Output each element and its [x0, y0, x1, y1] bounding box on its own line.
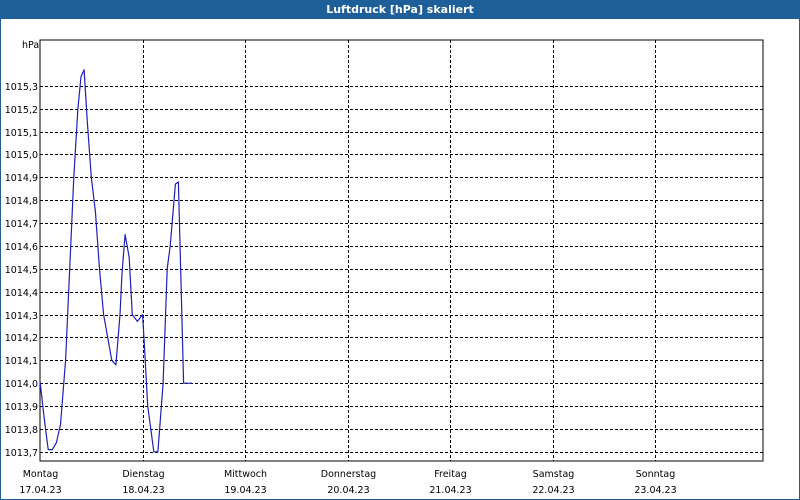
- y-tick-label: 1014,3: [5, 311, 38, 322]
- y-tick-label: 1014,5: [5, 265, 38, 276]
- y-tick-label: 1015,1: [5, 128, 38, 139]
- y-tick-label: 1015,3: [5, 82, 38, 93]
- chart-plot: 1013,7 1013,8 1013,9 1014,0 1014,1 1014,2 1014…: [5, 39, 764, 496]
- y-tick-label: 1014,6: [5, 242, 38, 253]
- x-tick-day-label: Sonntag: [636, 469, 675, 480]
- y-axis-label: hPa: [22, 40, 39, 51]
- y-tick-label: 1015,0: [5, 150, 38, 161]
- y-tick-label: 1014,9: [5, 173, 38, 184]
- x-axis: Montag 17.04.23 Dienstag 18.04.23 Mittwoch 19…: [19, 469, 676, 496]
- x-tick-day-label: Donnerstag: [321, 469, 376, 480]
- x-tick-date-label: 21.04.23: [429, 485, 471, 496]
- x-tick-date-label: 22.04.23: [532, 485, 574, 496]
- y-tick-label: 1014,2: [5, 333, 38, 344]
- y-tick-label: 1014,7: [5, 219, 38, 230]
- y-tick-label: 1014,1: [5, 356, 38, 367]
- y-tick-label: 1014,8: [5, 196, 38, 207]
- x-tick-date-label: 18.04.23: [122, 485, 164, 496]
- x-tick-date-label: 17.04.23: [19, 485, 61, 496]
- y-tick-label: 1014,0: [5, 379, 38, 390]
- y-tick-label: 1013,8: [5, 425, 38, 436]
- x-tick-day-label: Samstag: [533, 469, 575, 480]
- y-tick-label: 1015,2: [5, 105, 38, 116]
- x-tick-day-label: Freitag: [434, 469, 467, 480]
- y-tick-label: 1013,7: [5, 448, 38, 459]
- x-tick-date-label: 20.04.23: [327, 485, 369, 496]
- y-tick-label: 1014,4: [5, 288, 38, 299]
- x-tick-date-label: 23.04.23: [634, 485, 676, 496]
- y-axis: 1013,7 1013,8 1013,9 1014,0 1014,1 1014,2 1014…: [5, 82, 38, 459]
- y-tick-label: 1013,9: [5, 402, 38, 413]
- plot-area: [39, 39, 764, 462]
- x-tick-day-label: Mittwoch: [224, 469, 267, 480]
- x-tick-date-label: 19.04.23: [224, 485, 266, 496]
- x-tick-day-label: Montag: [23, 469, 59, 480]
- x-tick-day-label: Dienstag: [122, 469, 164, 480]
